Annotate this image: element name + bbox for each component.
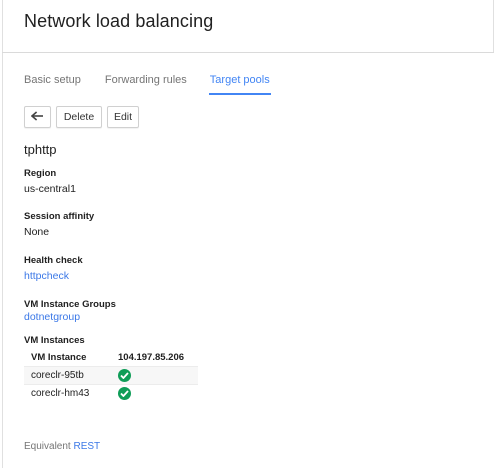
health-check-label: Health check [24, 255, 83, 266]
instance-group-link[interactable]: dotnetgroup [24, 311, 80, 323]
tab-basic-setup[interactable]: Basic setup [24, 70, 81, 95]
session-affinity-label: Session affinity [24, 211, 95, 222]
column-header-vm-instance: VM Instance [31, 351, 87, 363]
page-title: Network load balancing [24, 11, 214, 31]
toolbar: Delete Edit [24, 106, 139, 128]
health-check-link[interactable]: httpcheck [24, 270, 69, 282]
tab-forwarding-rules[interactable]: Forwarding rules [105, 70, 187, 95]
back-arrow-icon [30, 110, 44, 124]
footer-prefix: Equivalent [24, 441, 71, 452]
equivalent-rest-footer: Equivalent REST [24, 441, 100, 452]
tab-target-pools[interactable]: Target pools [208, 70, 271, 95]
vm-instance-name: coreclr-hm43 [31, 388, 90, 399]
column-header-ip: 104.197.85.206 [118, 351, 185, 363]
vm-instance-name: coreclr-95tb [31, 370, 84, 381]
region-label: Region [24, 168, 57, 179]
tab-bar: Basic setup Forwarding rules Target pool… [24, 70, 271, 96]
status-cell [118, 369, 198, 382]
status-cell [118, 387, 198, 400]
edit-button[interactable]: Edit [107, 106, 139, 128]
region-value: us-central1 [24, 183, 76, 195]
table-header-row: VM Instance 104.197.85.206 [24, 348, 198, 366]
target-pool-name: tphttp [24, 142, 57, 157]
delete-button[interactable]: Delete [56, 106, 102, 128]
rest-link[interactable]: REST [73, 441, 100, 452]
table-row: coreclr-95tb [24, 366, 198, 384]
check-circle-icon [118, 369, 131, 382]
vm-instance-groups-label: VM Instance Groups [24, 299, 116, 310]
table-row: coreclr-hm43 [24, 384, 198, 402]
vm-instances-table: VM Instance 104.197.85.206 coreclr-95tb … [24, 348, 198, 402]
back-button[interactable] [24, 106, 51, 128]
header-divider [2, 52, 494, 53]
vm-instances-label: VM Instances [24, 335, 85, 346]
check-circle-icon [118, 387, 131, 400]
session-affinity-value: None [24, 226, 50, 238]
